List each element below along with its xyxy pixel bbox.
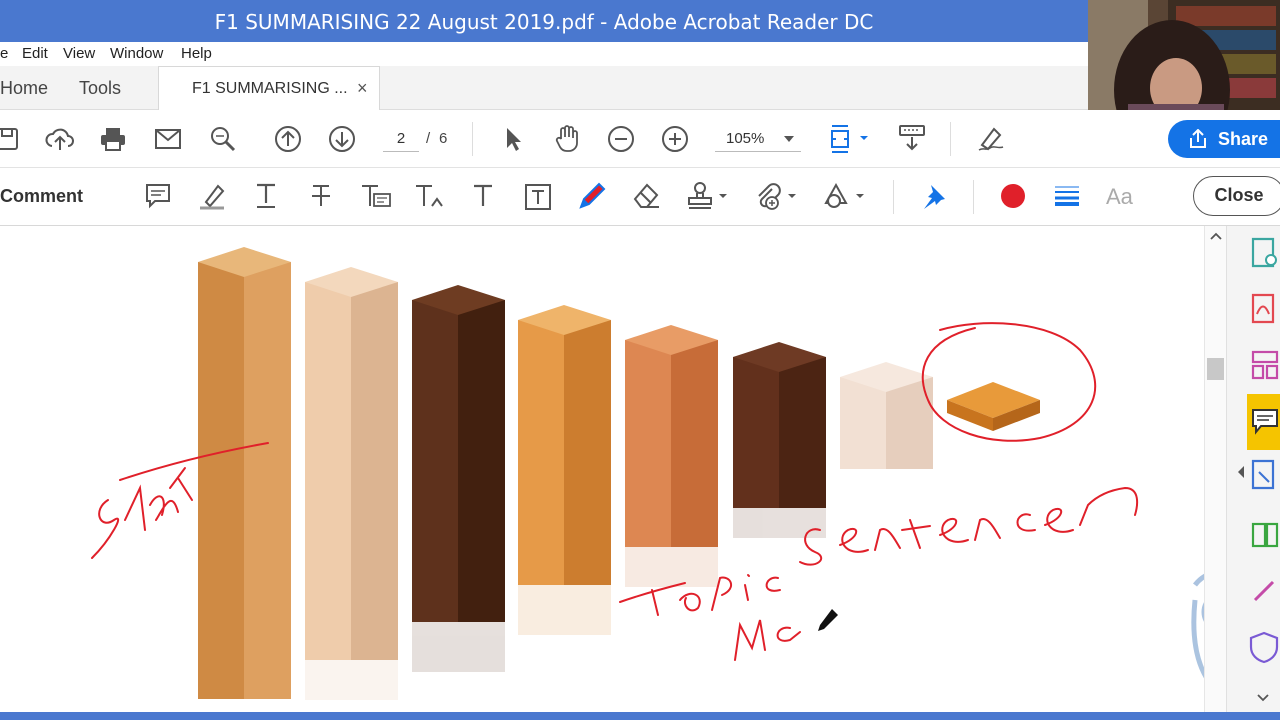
comment-divider [973, 180, 974, 214]
zoom-out-icon[interactable] [606, 124, 636, 154]
tab-document[interactable]: F1 SUMMARISING ... × [158, 66, 380, 110]
comment-toolbar: Comment Aa [0, 168, 1280, 226]
tab-document-label: F1 SUMMARISING ... [192, 80, 348, 97]
combine-files-tool-icon[interactable] [1247, 518, 1280, 552]
text-box-icon[interactable] [523, 182, 553, 212]
select-cursor-icon[interactable] [498, 124, 528, 154]
draw-pencil-icon[interactable] [576, 180, 608, 212]
sticky-note-icon[interactable] [144, 182, 172, 210]
wooden-blocks-image [91, 247, 1204, 700]
attach-file-icon[interactable] [754, 180, 798, 212]
highlight-icon[interactable] [198, 182, 226, 210]
page-layout-icon[interactable] [826, 122, 870, 156]
tab-close-icon[interactable]: × [357, 78, 368, 99]
comment-label: Comment [0, 186, 84, 206]
page-separator: / [426, 130, 431, 147]
hand-tool-icon[interactable] [551, 122, 583, 154]
strikethrough-icon[interactable] [307, 182, 335, 210]
webcam-overlay [1088, 0, 1280, 124]
share-button[interactable]: Share [1168, 120, 1280, 158]
protect-tool-icon[interactable] [1247, 630, 1280, 664]
comment-divider [893, 180, 894, 214]
chevron-down-icon [784, 136, 794, 142]
share-label: Share [1218, 129, 1269, 149]
right-tools-panel [1226, 226, 1280, 712]
keyboard-scroll-icon[interactable] [896, 122, 928, 154]
save-icon[interactable] [0, 124, 22, 154]
replace-text-icon[interactable] [360, 182, 392, 210]
menu-edit[interactable]: Edit [22, 45, 48, 62]
search-icon[interactable] [208, 124, 238, 154]
underline-text-icon[interactable] [252, 182, 280, 210]
text-properties-icon[interactable]: Aa [1106, 184, 1133, 210]
cloud-upload-icon[interactable] [45, 124, 75, 154]
fill-sign-tool-icon[interactable] [1247, 574, 1280, 608]
zoom-in-icon[interactable] [660, 124, 690, 154]
main-toolbar: 2 / 6 105% [0, 110, 1280, 168]
organize-pages-tool-icon[interactable] [1247, 348, 1280, 382]
fill-sign-icon[interactable] [975, 122, 1007, 154]
toolbar-divider [472, 122, 473, 156]
comment-tool-icon[interactable] [1247, 394, 1280, 450]
next-page-icon[interactable] [327, 124, 357, 154]
insert-text-icon[interactable] [414, 182, 446, 210]
document-page[interactable] [0, 226, 1204, 712]
scroll-thumb[interactable] [1207, 358, 1224, 380]
close-button[interactable]: Close [1193, 176, 1280, 216]
tab-bar: Home Tools F1 SUMMARISING ... × [0, 66, 1088, 110]
toolbar-divider [950, 122, 951, 156]
shapes-icon[interactable] [822, 180, 866, 212]
zoom-select[interactable]: 105% [715, 126, 801, 152]
share-icon [1190, 129, 1206, 148]
tab-home[interactable]: Home [0, 78, 48, 99]
eraser-icon[interactable] [630, 180, 662, 212]
scroll-up-icon[interactable] [1210, 232, 1222, 240]
menu-bar: e Edit View Window Help [0, 42, 1088, 66]
window-title: F1 SUMMARISING 22 August 2019.pdf - Adob… [214, 10, 874, 34]
zoom-value: 105% [726, 130, 765, 147]
page-number-input[interactable]: 2 [383, 126, 419, 152]
title-bar: F1 SUMMARISING 22 August 2019.pdf - Adob… [0, 0, 1088, 42]
stamp-icon[interactable] [686, 180, 730, 212]
taskbar-strip [0, 712, 1280, 720]
vertical-scrollbar[interactable] [1204, 226, 1226, 712]
menu-file[interactable]: e [0, 45, 8, 62]
previous-page-icon[interactable] [273, 124, 303, 154]
color-picker-icon[interactable] [998, 181, 1028, 211]
panel-scroll-down-icon[interactable] [1257, 694, 1269, 702]
text-comment-icon[interactable] [469, 182, 497, 210]
menu-window[interactable]: Window [110, 45, 163, 62]
email-icon[interactable] [153, 124, 183, 154]
menu-help[interactable]: Help [181, 45, 212, 62]
tab-tools[interactable]: Tools [79, 78, 121, 99]
line-thickness-icon[interactable] [1052, 181, 1082, 211]
create-pdf-tool-icon[interactable] [1247, 292, 1280, 326]
page-total: 6 [439, 130, 448, 147]
pin-icon[interactable] [918, 180, 950, 212]
menu-view[interactable]: View [63, 45, 95, 62]
export-pdf-tool-icon[interactable] [1247, 236, 1280, 270]
print-icon[interactable] [98, 124, 128, 154]
edit-pdf-tool-icon[interactable] [1247, 458, 1280, 492]
